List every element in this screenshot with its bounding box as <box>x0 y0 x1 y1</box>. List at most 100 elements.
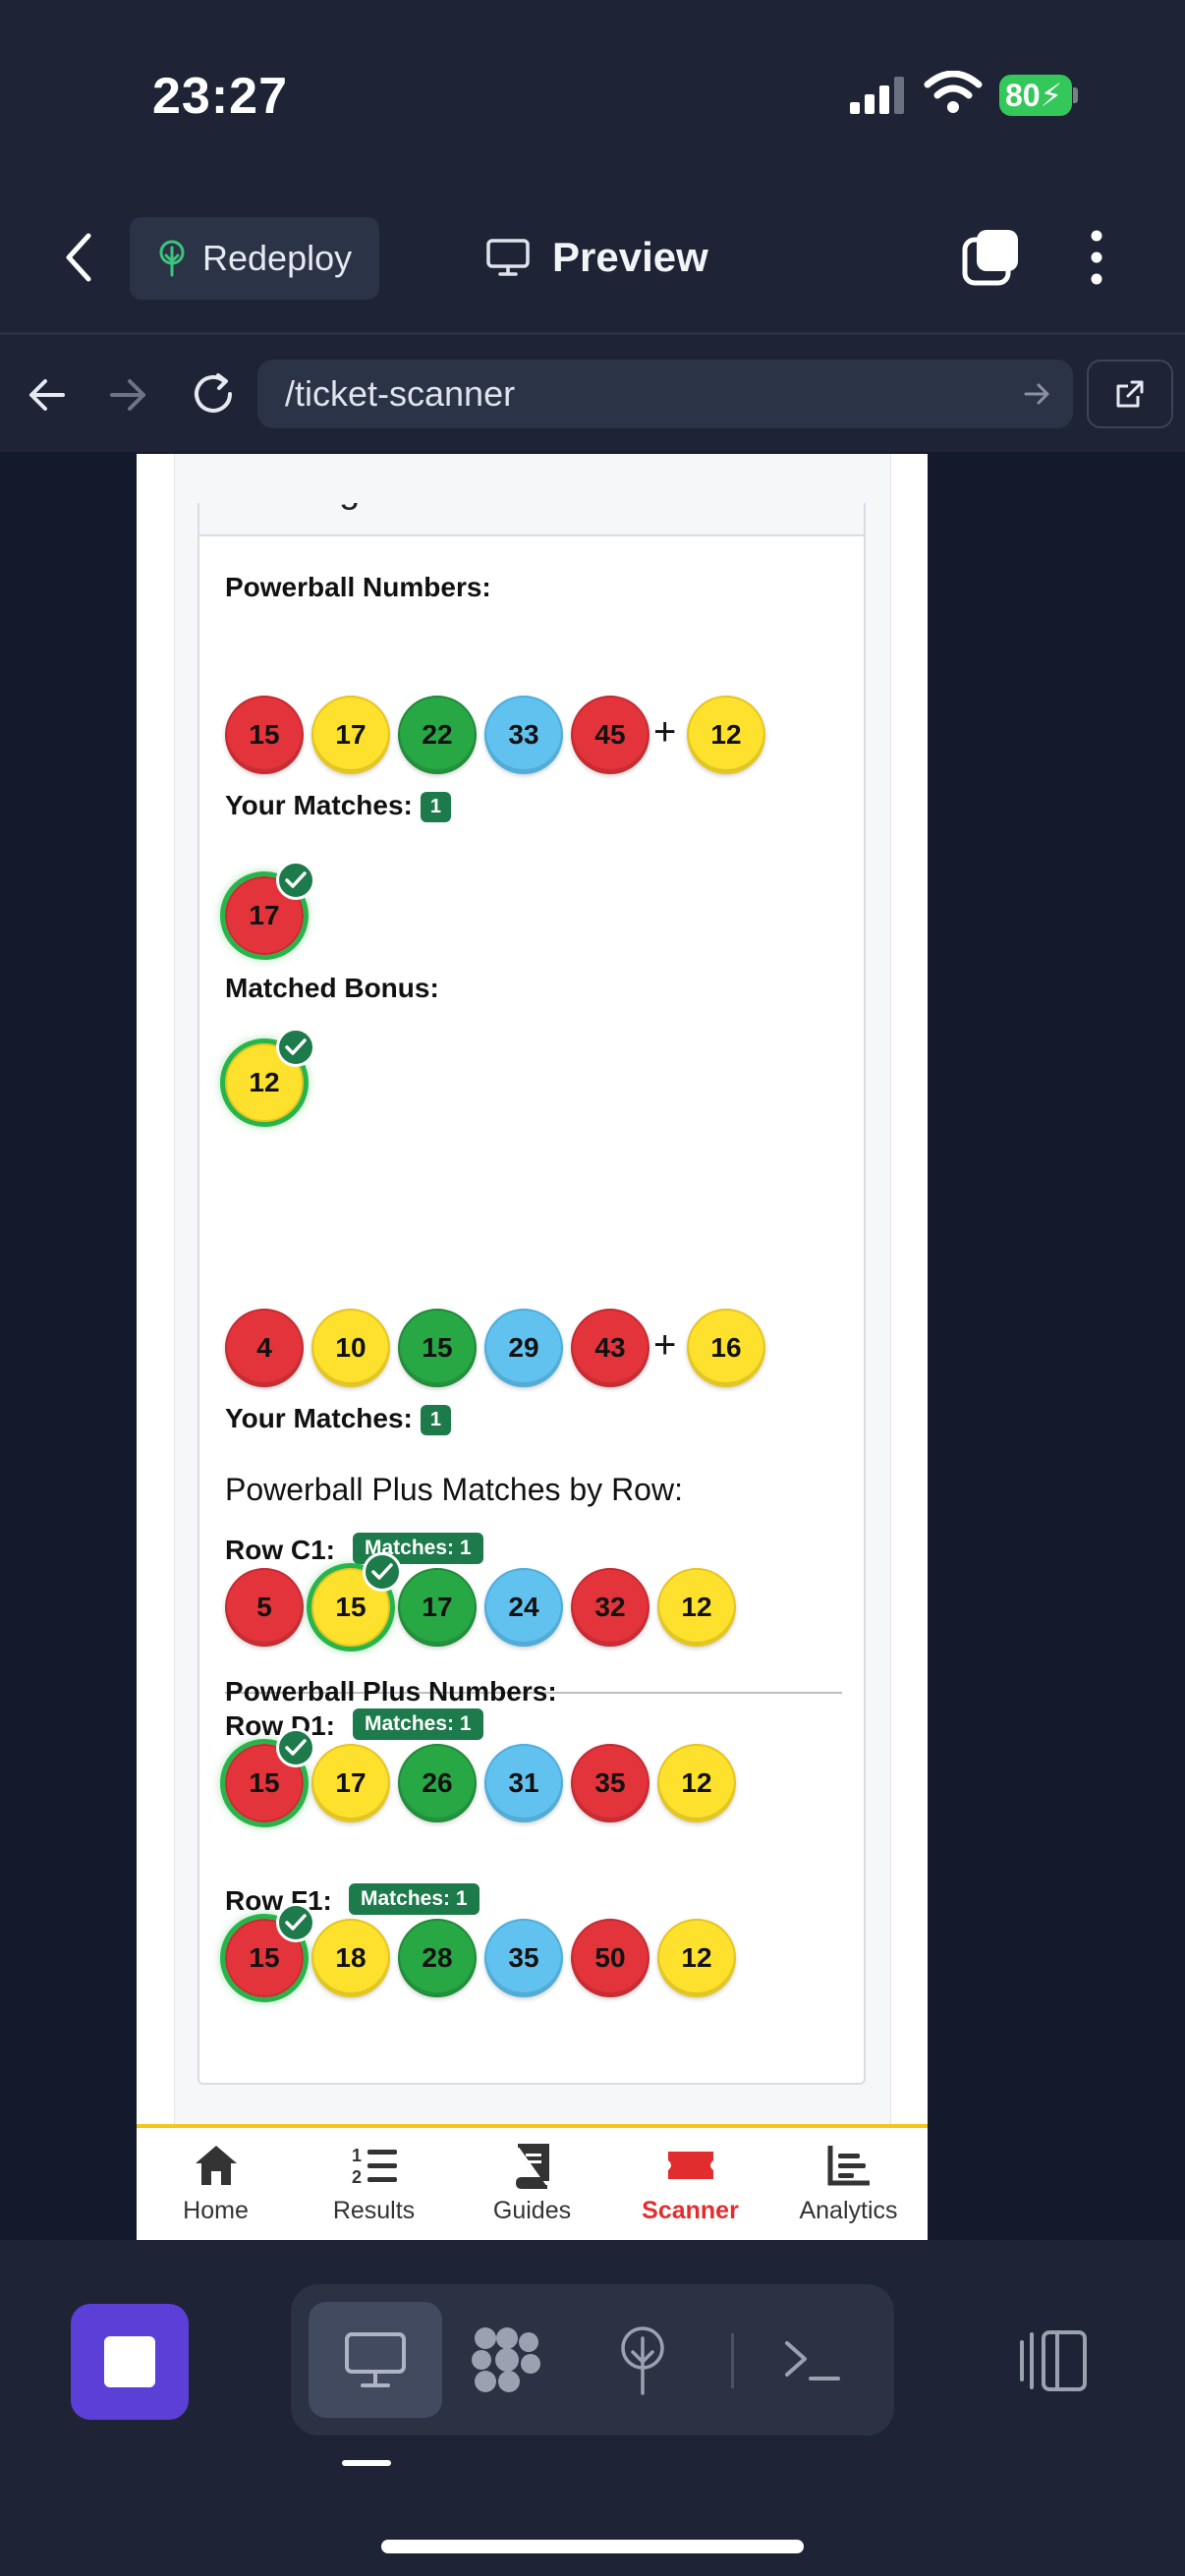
url-text: /ticket-scanner <box>285 373 516 414</box>
status-time: 23:27 <box>152 68 288 125</box>
powerball-number-ball: 22 <box>398 696 477 774</box>
row-number-ball: 17 <box>398 1568 477 1647</box>
stop-icon <box>104 2336 155 2387</box>
arrow-right-icon[interactable] <box>106 373 149 417</box>
redeploy-label: Redeploy <box>202 238 353 278</box>
home-indicator <box>381 2540 804 2553</box>
row-number-ball: 12 <box>657 1744 736 1822</box>
check-icon <box>363 1552 402 1592</box>
row-number-ball: 28 <box>398 1919 477 1997</box>
row-number-ball: 26 <box>398 1744 477 1822</box>
toolbar-separator <box>731 2333 734 2388</box>
redeploy-button[interactable]: Redeploy <box>130 217 379 300</box>
row-label: Row C1: <box>225 1535 335 1565</box>
powerball-number-ball: 17 <box>311 696 390 774</box>
plus-sign: + <box>653 1323 677 1367</box>
svg-text:1: 1 <box>352 2146 362 2165</box>
chart-line-icon <box>827 2146 870 2186</box>
powerball-plus-matches-label: Your Matches: 1 <box>225 1403 451 1436</box>
row-number-ball: 35 <box>571 1744 649 1822</box>
powerball-number-ball: 15 <box>225 696 304 774</box>
web-page[interactable]: Winning Numbers Powerball Numbers: 15172… <box>137 454 928 2240</box>
powerball-number-ball: 33 <box>484 696 563 774</box>
terminal-icon <box>785 2341 840 2380</box>
svg-text:2: 2 <box>352 2167 362 2187</box>
nav-analytics[interactable]: Analytics <box>769 2128 928 2240</box>
active-tab-indicator <box>342 2460 391 2466</box>
tree-icon <box>159 240 185 277</box>
nav-analytics-label: Analytics <box>799 2197 898 2224</box>
nav-results[interactable]: 1 2 Results <box>295 2128 453 2240</box>
nav-home-label: Home <box>183 2197 249 2224</box>
monitor-icon <box>345 2332 406 2387</box>
row-number-ball: 35 <box>484 1919 563 1997</box>
deploy-icon <box>621 2326 664 2395</box>
row-number-ball: 18 <box>311 1919 390 1997</box>
nav-scanner-label: Scanner <box>642 2197 739 2224</box>
go-arrow-icon[interactable] <box>1022 379 1051 409</box>
plus-sign: + <box>653 710 677 754</box>
book-icon <box>515 2144 549 2189</box>
powerball-plus-number-ball: 15 <box>398 1309 477 1387</box>
row-number-ball: 24 <box>484 1568 563 1647</box>
deploy-button[interactable] <box>576 2302 709 2418</box>
url-input[interactable]: /ticket-scanner <box>257 360 1073 428</box>
wifi-icon <box>924 71 983 113</box>
kebab-icon[interactable] <box>1081 228 1112 287</box>
powerball-title: Powerball Numbers: <box>225 572 491 602</box>
home-icon <box>195 2146 237 2185</box>
powerball-plus-number-ball: 4 <box>225 1309 304 1387</box>
row-number-ball: 50 <box>571 1919 649 1997</box>
row-number-ball: 5 <box>225 1568 304 1647</box>
nav-home[interactable]: Home <box>137 2128 295 2240</box>
row-matches-badge: Matches: 1 <box>349 1883 480 1915</box>
matches-count-badge: 1 <box>420 792 451 823</box>
powerball-number-ball: 45 <box>571 696 649 774</box>
matches-label-text: Your Matches: <box>225 790 413 820</box>
check-icon <box>276 1028 315 1067</box>
stop-button[interactable] <box>71 2304 189 2420</box>
open-external-button[interactable] <box>1087 360 1173 428</box>
signal-icon <box>850 77 904 114</box>
nav-guides-label: Guides <box>492 2197 572 2224</box>
matched-bonus-label: Matched Bonus: <box>225 973 439 1003</box>
powerball-plus-number-ball: 29 <box>484 1309 563 1387</box>
battery-level: 80 <box>1005 78 1041 113</box>
monitor-icon <box>486 239 530 276</box>
bottom-nav: Home 1 2 Results Guides Scanner Analytic… <box>137 2124 928 2240</box>
ticket-icon <box>667 2152 713 2179</box>
matches-label-text: Your Matches: <box>225 1403 413 1433</box>
external-link-icon <box>1116 380 1144 408</box>
row-number-ball: 32 <box>571 1568 649 1647</box>
ide-toolbar <box>291 2284 894 2436</box>
row-number-ball: 17 <box>311 1744 390 1822</box>
winning-numbers-card: Winning Numbers Powerball Numbers: 15172… <box>198 503 866 2085</box>
check-icon <box>276 1903 315 1942</box>
row-matches-badge: Matches: 1 <box>353 1708 483 1740</box>
check-icon <box>276 861 315 900</box>
back-chevron-icon[interactable] <box>59 228 98 287</box>
side-panel-icon[interactable] <box>1018 2328 1089 2393</box>
matches-count-badge: 1 <box>420 1405 451 1436</box>
tabs-icon[interactable] <box>961 228 1022 287</box>
card-title: Winning Numbers <box>225 503 522 512</box>
powerball-plus-title: Powerball Plus Numbers: <box>225 1676 557 1707</box>
row-number-ball: 12 <box>657 1568 736 1647</box>
apps-button[interactable] <box>440 2302 574 2418</box>
preview-title: Preview <box>485 228 708 287</box>
nav-guides[interactable]: Guides <box>453 2128 611 2240</box>
row-number-ball: 31 <box>484 1744 563 1822</box>
check-icon <box>276 1728 315 1767</box>
matches-by-row-title: Powerball Plus Matches by Row: <box>225 1472 683 1507</box>
nav-scanner[interactable]: Scanner <box>611 2128 769 2240</box>
preview-tab-button[interactable] <box>309 2302 442 2418</box>
reload-icon[interactable] <box>189 369 238 419</box>
powerball-bonus-ball: 12 <box>687 696 765 774</box>
row-number-ball: 12 <box>657 1919 736 1997</box>
terminal-button[interactable] <box>745 2302 878 2418</box>
arrow-left-icon[interactable] <box>26 373 69 417</box>
apps-grid-icon <box>472 2327 540 2392</box>
card-header: Winning Numbers <box>199 503 864 536</box>
powerball-plus-number-ball: 10 <box>311 1309 390 1387</box>
powerball-plus-number-ball: 43 <box>571 1309 649 1387</box>
